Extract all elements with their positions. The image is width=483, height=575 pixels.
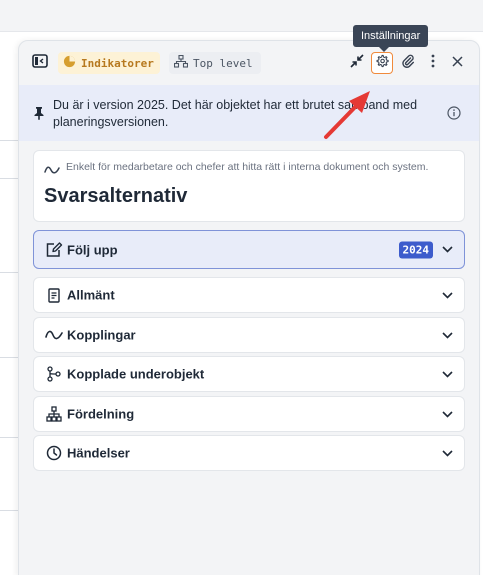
chevron-down-icon	[440, 446, 454, 460]
more-options-button[interactable]	[422, 52, 444, 74]
object-detail-panel: Indikatorer Top level Inställningar Du ä…	[18, 25, 480, 575]
year-badge: 2024	[398, 241, 433, 258]
version-warning-banner: Du är i version 2025. Det här objektet h…	[19, 85, 479, 141]
indicators-chip[interactable]: Indikatorer	[58, 52, 160, 74]
section-events[interactable]: Händelser	[33, 435, 465, 471]
background-divider	[0, 437, 20, 438]
section-distribution-label: Fördelning	[67, 406, 135, 422]
description-wave-icon	[44, 162, 60, 180]
chevron-down-icon	[440, 288, 454, 302]
paperclip-icon	[401, 54, 415, 73]
info-icon[interactable]	[447, 106, 461, 125]
object-header-card: Enkelt för medarbetare och chefer att hi…	[33, 150, 465, 222]
settings-tooltip: Inställningar	[353, 25, 429, 52]
background-divider	[0, 510, 20, 511]
background-divider	[0, 357, 20, 358]
section-linked-subobjects[interactable]: Kopplade underobjekt	[33, 356, 465, 392]
close-button[interactable]	[446, 52, 468, 74]
section-distribution[interactable]: Fördelning	[33, 396, 465, 432]
more-vertical-icon	[431, 54, 435, 73]
settings-icon	[375, 54, 389, 73]
chevron-down-icon	[440, 243, 454, 257]
link-wave-icon	[44, 326, 64, 344]
branch-icon	[44, 365, 64, 383]
top-level-chip-label: Top level	[193, 56, 253, 70]
panel-toolbar: Indikatorer Top level Inställningar	[19, 25, 479, 85]
section-links-label: Kopplingar	[67, 327, 136, 343]
org-chart-icon	[44, 405, 64, 423]
chevron-down-icon	[440, 328, 454, 342]
collapse-button[interactable]	[346, 52, 368, 74]
object-title: Svarsalternativ	[44, 185, 188, 207]
sidebar-toggle-button[interactable]	[29, 52, 51, 74]
section-follow-up[interactable]: Följ upp 2024	[33, 230, 465, 269]
object-description: Enkelt för medarbetare och chefer att hi…	[66, 161, 429, 173]
section-events-label: Händelser	[67, 445, 130, 461]
sidebar-toggle-icon	[32, 53, 48, 73]
edit-icon	[44, 241, 64, 259]
collapse-icon	[350, 53, 364, 73]
document-icon	[44, 286, 64, 304]
section-follow-up-label: Följ upp	[67, 242, 118, 257]
annotation-arrow	[324, 91, 370, 139]
section-linked-subobjects-label: Kopplade underobjekt	[67, 366, 205, 382]
top-level-chip[interactable]: Top level	[169, 52, 261, 74]
section-links[interactable]: Kopplingar	[33, 317, 465, 353]
pie-chart-icon	[63, 55, 81, 71]
settings-tooltip-text: Inställningar	[361, 30, 421, 42]
indicators-chip-label: Indikatorer	[81, 56, 154, 70]
background-divider	[0, 140, 20, 141]
chevron-down-icon	[440, 367, 454, 381]
section-general[interactable]: Allmänt	[33, 277, 465, 313]
settings-button[interactable]	[371, 52, 393, 74]
chevron-down-icon	[440, 407, 454, 421]
clock-icon	[44, 444, 64, 462]
attachments-button[interactable]	[397, 52, 419, 74]
version-warning-text: Du är i version 2025. Det här objektet h…	[53, 98, 418, 129]
pin-icon	[33, 106, 45, 125]
close-icon	[451, 54, 463, 72]
background-divider	[0, 272, 20, 273]
section-general-label: Allmänt	[67, 287, 115, 303]
background-divider	[0, 178, 20, 179]
hierarchy-icon	[173, 54, 193, 71]
